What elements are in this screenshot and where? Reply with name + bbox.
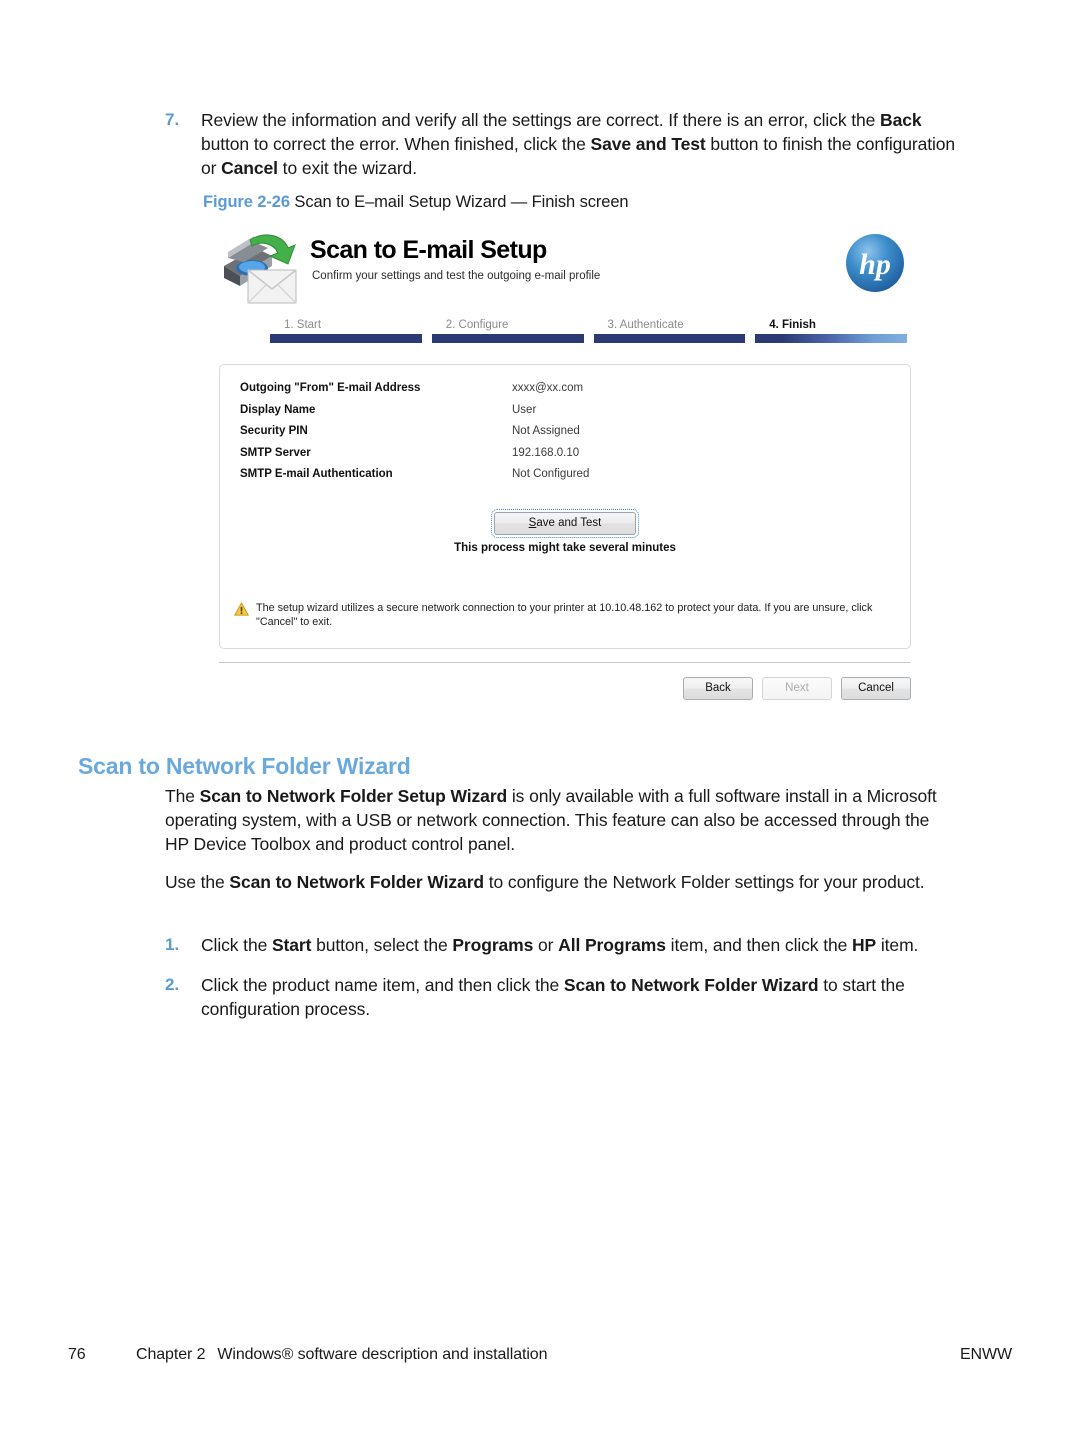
save-label-rest: ave and Test [536, 517, 602, 529]
wizard-screenshot: Scan to E-mail Setup Confirm your settin… [212, 222, 918, 704]
setting-row: SMTP E-mail Authentication Not Configure… [240, 468, 880, 480]
wizard-step-bar [755, 334, 907, 343]
step-number: 1. [165, 935, 180, 954]
setting-label: Outgoing "From" E-mail Address [240, 382, 421, 394]
document-page: 7. Review the information and verify all… [0, 0, 1080, 1437]
next-button: Next [762, 677, 832, 700]
wizard-step-2[interactable]: 2. Configure [431, 319, 584, 343]
step-text: Click the product name item, and then cl… [201, 975, 905, 1020]
save-button-container: Save and Test [220, 509, 910, 538]
setting-row: SMTP Server 192.168.0.10 [240, 447, 880, 459]
hp-logo-icon: hp [846, 234, 904, 292]
wizard-step-bar [431, 334, 584, 343]
section-paragraph-1: The Scan to Network Folder Setup Wizard … [165, 786, 937, 855]
panel-divider [219, 662, 911, 663]
wizard-step-4[interactable]: 4. Finish [755, 319, 907, 343]
setting-value: xxxx@xx.com [512, 382, 584, 394]
setting-label: SMTP E-mail Authentication [240, 468, 393, 480]
wizard-step-3[interactable]: 3. Authenticate [593, 319, 746, 343]
numbered-step-7: 7. Review the information and verify all… [165, 108, 965, 181]
save-note: This process might take several minutes [454, 542, 676, 554]
step-number: 7. [165, 110, 180, 129]
wizard-step-bar [270, 334, 422, 343]
footer-chapter: Chapter 2 [136, 1346, 206, 1363]
setting-row: Outgoing "From" E-mail Address xxxx@xx.c… [240, 382, 880, 394]
figure-caption-text: Scan to E–mail Setup Wizard — Finish scr… [294, 193, 629, 211]
section-heading: Scan to Network Folder Wizard [78, 753, 411, 780]
numbered-step-1: 1. Click the Start button, select the Pr… [165, 933, 975, 957]
setting-value: User [512, 403, 537, 416]
figure-caption: Figure 2-26 Scan to E–mail Setup Wizard … [203, 193, 629, 212]
step-text: Review the information and verify all th… [201, 110, 956, 179]
page-footer: 76 Chapter 2 Windows® software descripti… [68, 1346, 1012, 1364]
footer-description: Windows® software description and instal… [217, 1346, 548, 1363]
wizard-step-1[interactable]: 1. Start [270, 319, 422, 343]
wizard-step-label: 3. Authenticate [607, 319, 684, 331]
cancel-button[interactable]: Cancel [841, 677, 911, 700]
wizard-steps: 1. Start 2. Configure 3. Authenticate 4.… [270, 319, 907, 343]
footer-edition: ENWW [959, 1346, 1012, 1363]
figure-label: Figure 2-26 [203, 193, 290, 211]
setting-value: 192.168.0.10 [512, 446, 580, 459]
save-and-test-button[interactable]: Save and Test [491, 509, 639, 538]
wizard-nav-buttons: Back Next Cancel [683, 677, 911, 700]
settings-list: Outgoing "From" E-mail Address xxxx@xx.c… [240, 382, 880, 490]
setting-value: Not Assigned [512, 425, 580, 437]
setting-label: SMTP Server [240, 446, 311, 459]
setting-label: Display Name [240, 403, 316, 416]
step-text: Click the Start button, select the Progr… [201, 935, 919, 955]
setting-value: Not Configured [512, 468, 590, 480]
wizard-subtitle: Confirm your settings and test the outgo… [312, 270, 601, 282]
back-button[interactable]: Back [683, 677, 753, 700]
setting-row: Display Name User [240, 404, 880, 416]
wizard-step-label: 4. Finish [769, 319, 816, 331]
wizard-header: Scan to E-mail Setup Confirm your settin… [212, 222, 918, 343]
numbered-step-2: 2. Click the product name item, and then… [165, 973, 975, 1021]
wizard-step-label: 1. Start [284, 319, 322, 331]
scan-to-email-icon [224, 234, 297, 304]
summary-panel: Outgoing "From" E-mail Address xxxx@xx.c… [219, 364, 911, 649]
warning-triangle-icon [234, 602, 249, 616]
wizard-title: Scan to E-mail Setup [310, 236, 547, 264]
warning-text: The setup wizard utilizes a secure netwo… [256, 602, 873, 628]
svg-text:hp: hp [859, 248, 891, 281]
wizard-step-bar [593, 334, 746, 343]
setting-row: Security PIN Not Assigned [240, 425, 880, 437]
security-warning: The setup wizard utilizes a secure netwo… [234, 601, 898, 629]
setting-label: Security PIN [240, 425, 308, 437]
section-paragraph-2: Use the Scan to Network Folder Wizard to… [165, 872, 925, 892]
footer-page-number: 76 [68, 1346, 86, 1363]
step-number: 2. [165, 975, 180, 994]
wizard-step-label: 2. Configure [445, 319, 509, 331]
